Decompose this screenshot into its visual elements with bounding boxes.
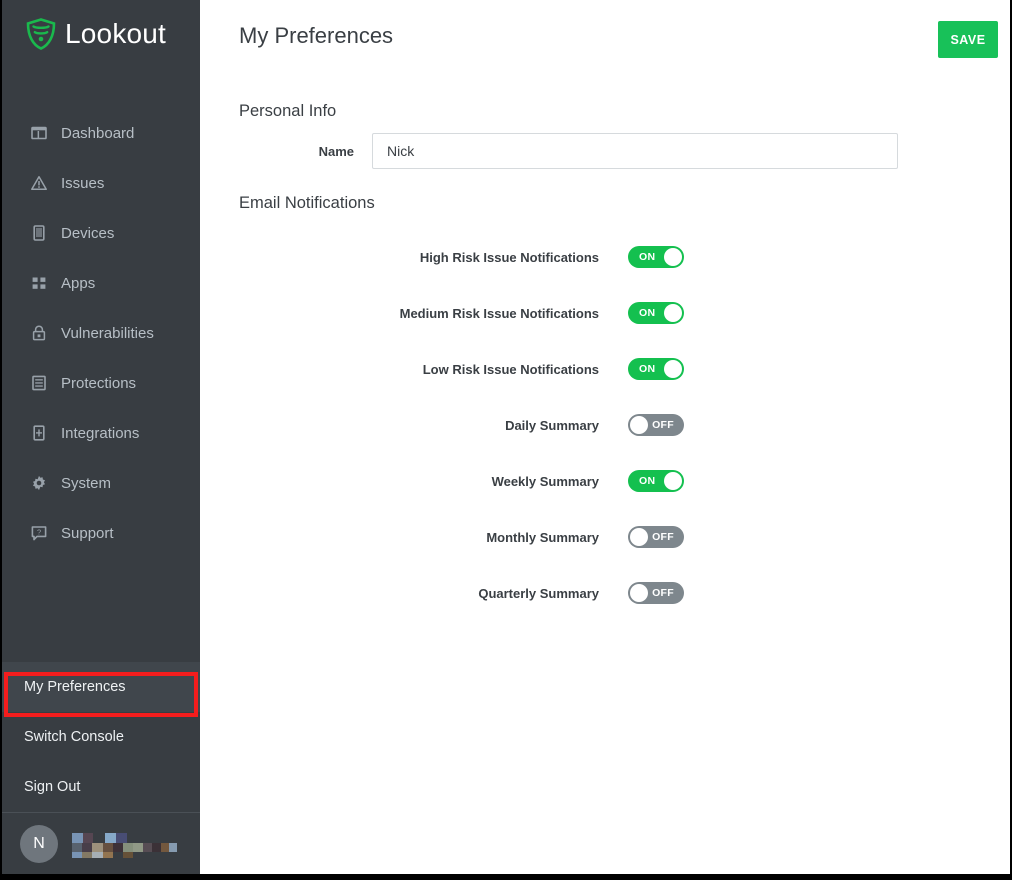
document-list-icon xyxy=(31,375,47,391)
sidebar-item-sign-out[interactable]: Sign Out xyxy=(2,762,202,812)
sidebar-item-label: Issues xyxy=(61,174,105,192)
dashboard-icon xyxy=(31,125,47,141)
toggle-knob xyxy=(630,416,648,434)
toggle-state-text: ON xyxy=(639,363,656,375)
sidebar-item-label: Integrations xyxy=(61,424,140,442)
toggle-high-risk-issue-notifications[interactable]: ON xyxy=(628,246,684,268)
name-label: Name xyxy=(318,143,354,159)
email-notification-toggles: High Risk Issue Notifications ON Medium … xyxy=(200,229,1012,621)
toggle-state-text: OFF xyxy=(652,531,674,543)
sidebar-item-label: Devices xyxy=(61,224,115,242)
save-button[interactable]: SAVE xyxy=(938,21,998,58)
sidebar-item-protections[interactable]: Protections xyxy=(2,358,202,408)
toggle-daily-summary[interactable]: OFF xyxy=(628,414,684,436)
brand-name: Lookout xyxy=(65,18,167,49)
toggle-row: Monthly Summary OFF xyxy=(200,509,1012,565)
name-field-row: Name xyxy=(200,133,1012,169)
sidebar-item-label: Vulnerabilities xyxy=(61,324,154,342)
toggle-knob xyxy=(664,248,682,266)
sidebar-item-label: Protections xyxy=(61,374,137,392)
toggle-row: High Risk Issue Notifications ON xyxy=(200,229,1012,285)
sidebar-item-support[interactable]: ? Support xyxy=(2,508,202,558)
toggle-state-text: ON xyxy=(639,307,656,319)
sidebar-item-system[interactable]: System xyxy=(2,458,202,508)
toggle-row: Quarterly Summary OFF xyxy=(200,565,1012,621)
application-window: Lookout Dashboard Issues Devices Apps Vu… xyxy=(0,0,1012,880)
profile-bar[interactable]: N xyxy=(2,812,202,874)
toggle-state-text: OFF xyxy=(652,587,674,599)
sidebar-item-vulnerabilities[interactable]: Vulnerabilities xyxy=(2,308,202,358)
toggle-monthly-summary[interactable]: OFF xyxy=(628,526,684,548)
sidebar-item-label: Dashboard xyxy=(61,124,135,142)
toggle-label: Daily Summary xyxy=(505,417,599,433)
toggle-row: Medium Risk Issue Notifications ON xyxy=(200,285,1012,341)
toggle-state-text: ON xyxy=(639,251,656,263)
sidebar-item-label: System xyxy=(61,474,112,492)
sidebar-item-integrations[interactable]: Integrations xyxy=(2,408,202,458)
toggle-knob xyxy=(630,528,648,546)
toggle-low-risk-issue-notifications[interactable]: ON xyxy=(628,358,684,380)
toggle-label: Quarterly Summary xyxy=(478,585,599,601)
email-notifications-section-title: Email Notifications xyxy=(239,194,375,212)
warning-triangle-icon xyxy=(31,175,47,191)
sidebar-item-devices[interactable]: Devices xyxy=(2,208,202,258)
toggle-state-text: ON xyxy=(639,475,656,487)
shield-icon xyxy=(26,18,56,50)
toggle-label: Low Risk Issue Notifications xyxy=(422,361,599,377)
toggle-label: High Risk Issue Notifications xyxy=(419,249,599,265)
avatar: N xyxy=(20,824,58,863)
integration-icon xyxy=(31,425,47,441)
toggle-label: Weekly Summary xyxy=(491,473,599,489)
sidebar-item-label: Support xyxy=(61,524,114,542)
sidebar-item-switch-console[interactable]: Switch Console xyxy=(2,712,202,762)
toggle-label: Monthly Summary xyxy=(486,529,599,545)
personal-info-section-title: Personal Info xyxy=(239,102,337,120)
toggle-knob xyxy=(630,584,648,602)
sidebar: Lookout Dashboard Issues Devices Apps Vu… xyxy=(0,0,202,874)
lock-icon xyxy=(31,325,47,341)
sidebar-item-label: Apps xyxy=(61,274,96,292)
toggle-row: Low Risk Issue Notifications ON xyxy=(200,341,1012,397)
toggle-label: Medium Risk Issue Notifications xyxy=(399,305,599,321)
toggle-medium-risk-issue-notifications[interactable]: ON xyxy=(628,302,684,324)
sidebar-item-label: Sign Out xyxy=(24,778,81,795)
toggle-weekly-summary[interactable]: ON xyxy=(628,470,684,492)
device-phone-icon xyxy=(31,225,47,241)
toggle-row: Weekly Summary ON xyxy=(200,453,1012,509)
main-content: My Preferences SAVE Personal Info Name E… xyxy=(200,0,1012,874)
toggle-knob xyxy=(664,304,682,322)
toggle-knob xyxy=(664,360,682,378)
gear-icon xyxy=(31,475,47,491)
toggle-quarterly-summary[interactable]: OFF xyxy=(628,582,684,604)
toggle-state-text: OFF xyxy=(652,419,674,431)
brand-logo[interactable]: Lookout xyxy=(26,18,166,50)
sidebar-nav: Dashboard Issues Devices Apps Vulnerabil… xyxy=(2,108,202,558)
toggle-row: Daily Summary OFF xyxy=(200,397,1012,453)
name-input[interactable] xyxy=(372,133,898,169)
toggle-knob xyxy=(664,472,682,490)
grid-apps-icon xyxy=(31,275,47,291)
help-bubble-icon: ? xyxy=(31,525,47,541)
sidebar-item-dashboard[interactable]: Dashboard xyxy=(2,108,202,158)
sidebar-item-my-preferences[interactable]: My Preferences xyxy=(2,662,202,712)
sidebar-item-issues[interactable]: Issues xyxy=(2,158,202,208)
sidebar-item-label: Switch Console xyxy=(24,728,124,745)
redacted-username xyxy=(72,830,177,858)
page-title: My Preferences xyxy=(239,23,394,48)
svg-text:?: ? xyxy=(37,527,41,536)
sidebar-item-apps[interactable]: Apps xyxy=(2,258,202,308)
sidebar-item-label: My Preferences xyxy=(24,678,126,695)
sidebar-account-nav: My Preferences Switch Console Sign Out xyxy=(2,662,202,812)
